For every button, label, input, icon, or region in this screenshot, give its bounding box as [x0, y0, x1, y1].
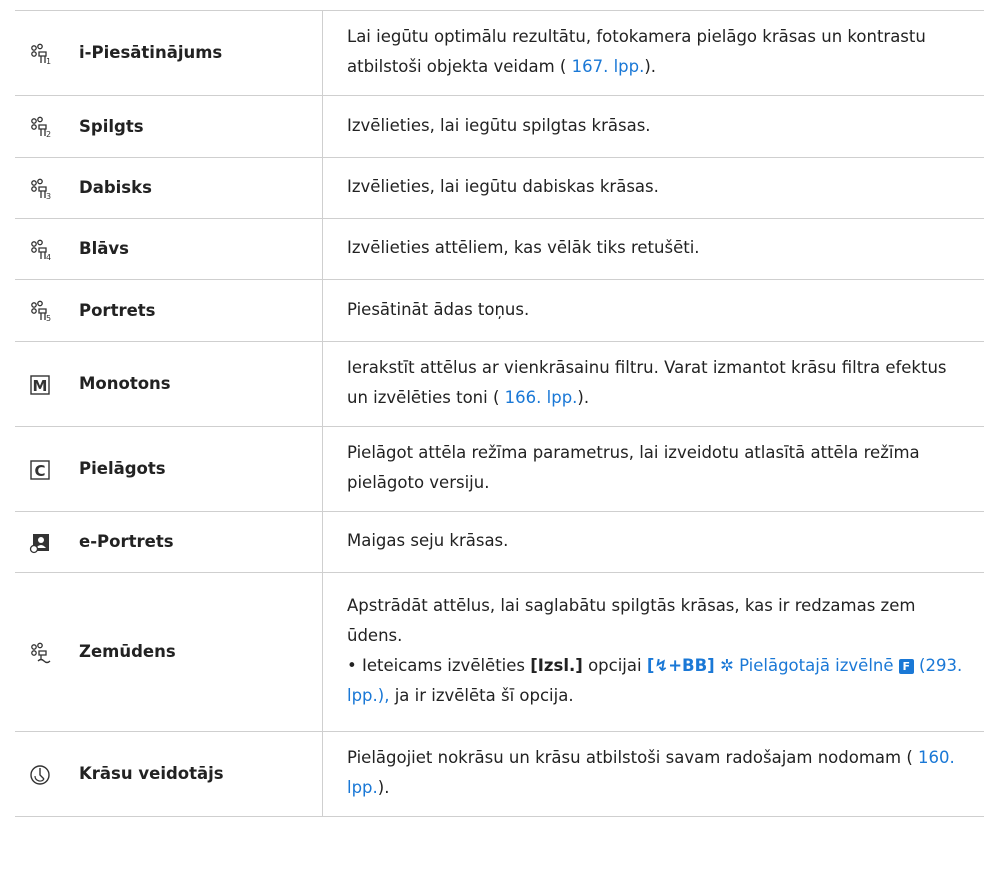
color-creator-icon [15, 732, 65, 817]
flash-wb-option[interactable]: [↯+BB] [647, 656, 715, 675]
mode-description: Lai iegūtu optimālu rezultātu, fotokamer… [347, 27, 926, 76]
e-portrait-icon [15, 512, 65, 573]
picture-mode-table: 1 i-Piesātinājums Lai iegūtu optimālu re… [15, 10, 984, 817]
table-row: C Pielāgots Pielāgot attēla režīma param… [15, 426, 984, 512]
custom-icon: C [15, 427, 65, 512]
mode-name: Pielāgots [65, 426, 323, 512]
monotone-icon: M [15, 342, 65, 427]
table-row: Krāsu veidotājs Pielāgojiet nokrāsu un k… [15, 731, 984, 817]
svg-text:C: C [34, 462, 45, 480]
mode-name: Dabisks [65, 157, 323, 219]
picture-mode-4-icon: 4 [15, 219, 65, 280]
svg-text:2: 2 [46, 130, 51, 138]
table-row: M Monotons Ierakstīt attēlus ar vienkrās… [15, 341, 984, 427]
underwater-icon [15, 573, 65, 732]
mode-name: e-Portrets [65, 511, 323, 573]
svg-text:5: 5 [46, 314, 51, 322]
bullet-note: • Ieteicams izvēlēties [Izsl.] opcijai [… [347, 656, 963, 705]
mode-description: Maigas seju krāsas. [347, 531, 509, 550]
table-row: 5 Portrets Piesātināt ādas toņus. [15, 279, 984, 342]
table-row: 3 Dabisks Izvēlieties, lai iegūtu dabisk… [15, 157, 984, 219]
picture-mode-5-icon: 5 [15, 280, 65, 342]
page: 1 i-Piesātinājums Lai iegūtu optimālu re… [0, 0, 992, 889]
page-link[interactable]: 166. lpp. [505, 388, 578, 407]
table-row: 4 Blāvs Izvēlieties attēliem, kas vēlāk … [15, 218, 984, 280]
mode-name: Blāvs [65, 218, 323, 280]
svg-text:M: M [33, 377, 48, 395]
mode-description: Piesātināt ādas toņus. [347, 299, 530, 319]
picture-mode-3-icon: 3 [15, 158, 65, 219]
gear-icon: ✲ [719, 656, 734, 675]
mode-description: Ierakstīt attēlus ar vienkrāsainu filtru… [347, 358, 947, 407]
svg-text:3: 3 [46, 192, 51, 200]
table-row: 2 Spilgts Izvēlieties, lai iegūtu spilgt… [15, 95, 984, 158]
mode-description: Izvēlieties, lai iegūtu dabiskas krāsas. [347, 177, 659, 196]
page-link[interactable]: 167. lpp. [572, 57, 645, 76]
table-row: 1 i-Piesātinājums Lai iegūtu optimālu re… [15, 10, 984, 96]
mode-description: Pielāgot attēla režīma parametrus, lai i… [347, 443, 920, 492]
svg-text:4: 4 [46, 253, 51, 261]
picture-mode-2-icon: 2 [15, 96, 65, 158]
picture-mode-1-icon: 1 [15, 11, 65, 96]
mode-name: Spilgts [65, 95, 323, 158]
table-row: Zemūdens Apstrādāt attēlus, lai saglabāt… [15, 572, 985, 732]
mode-description: Pielāgojiet nokrāsu un krāsu atbilstoši … [347, 748, 955, 797]
mode-name: Portrets [65, 279, 323, 342]
flash-icon: ↯ [654, 656, 669, 675]
mode-description: Izvēlieties, lai iegūtu spilgtas krāsas. [347, 115, 651, 135]
mode-name: Krāsu veidotājs [65, 731, 323, 817]
table-row: e-Portrets Maigas seju krāsas. [15, 511, 984, 573]
custom-menu-link[interactable]: Pielāgotajā izvēlnē [739, 656, 893, 675]
mode-name: Zemūdens [65, 572, 323, 732]
mode-description: Izvēlieties attēliem, kas vēlāk tiks ret… [347, 238, 700, 257]
mode-description: Apstrādāt attēlus, lai saglabātu spilgtā… [323, 573, 985, 732]
mode-name: Monotons [65, 341, 323, 427]
custom-menu-f-icon: F [898, 659, 914, 674]
mode-name: i-Piesātinājums [65, 10, 323, 96]
svg-text:1: 1 [46, 57, 51, 65]
